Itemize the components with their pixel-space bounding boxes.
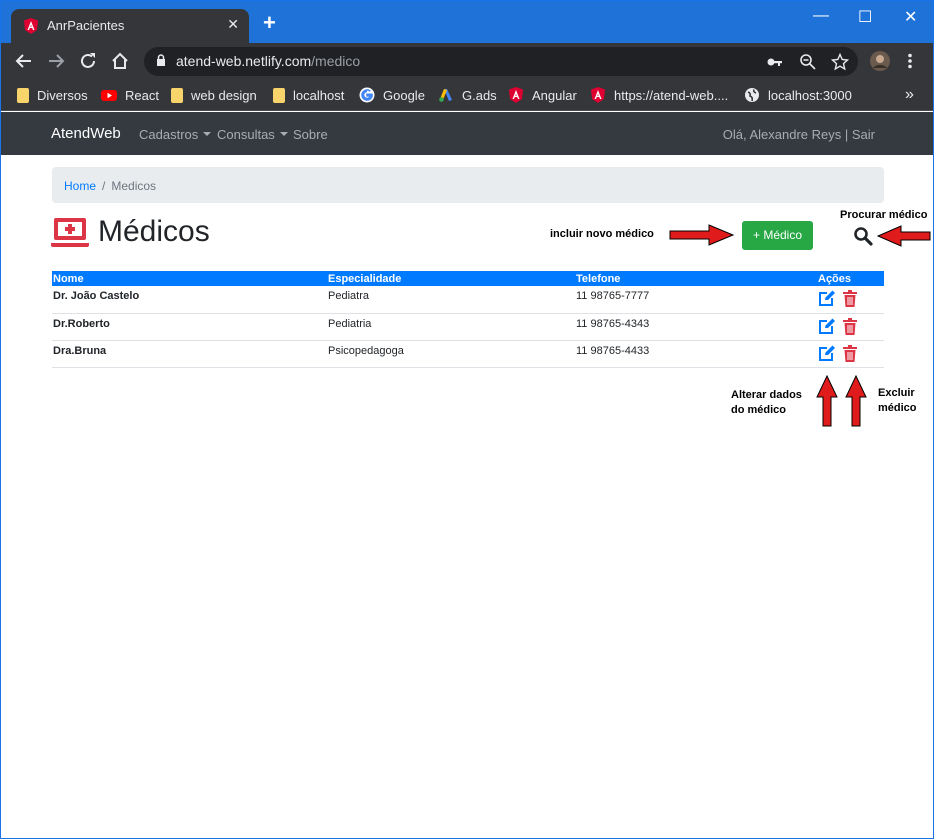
bookmark-item[interactable]: Google <box>359 86 425 104</box>
minimize-icon[interactable]: — <box>813 7 829 25</box>
cell-nome: Dra.Bruna <box>52 340 327 368</box>
folder-icon <box>273 87 285 103</box>
search-icon[interactable] <box>853 226 873 246</box>
column-header: Telefone <box>575 271 817 286</box>
youtube-icon <box>101 90 117 101</box>
user-greeting[interactable]: Olá, Alexandre Reys | Sair <box>723 127 875 142</box>
breadcrumb-home-link[interactable]: Home <box>64 179 96 193</box>
cell-acoes <box>817 313 884 341</box>
folder-icon <box>171 87 183 103</box>
medicos-table: Nome Especialidade Telefone Ações Dr. Jo… <box>52 271 884 368</box>
address-bar[interactable]: atend-web.netlify.com/medico <box>144 47 858 76</box>
annotation-search: Procurar médico <box>840 209 928 221</box>
cell-acoes <box>817 286 884 314</box>
caret-down-icon <box>279 132 288 136</box>
lock-icon <box>157 54 165 66</box>
bookmark-item[interactable]: localhost <box>273 86 344 104</box>
menu-kebab-icon[interactable] <box>907 53 913 69</box>
breadcrumb-separator: / <box>102 179 106 193</box>
tab-title: AnrPacientes <box>47 18 125 33</box>
edit-icon[interactable] <box>818 345 836 362</box>
trash-icon[interactable] <box>843 317 858 335</box>
column-header: Nome <box>52 271 327 286</box>
bookmarks-bar: Diversos React web design localhost Goog… <box>1 80 933 111</box>
bookmark-item[interactable]: G.ads <box>438 86 497 104</box>
app-navbar: AtendWeb Cadastros Consultas Sobre Olá, … <box>1 112 933 155</box>
folder-icon <box>17 87 29 103</box>
cell-especialidade: Pediatria <box>327 313 575 341</box>
back-icon[interactable] <box>13 50 35 72</box>
table-row: Dr. João Castelo Pediatra 11 98765-7777 <box>52 286 884 314</box>
bookmark-item[interactable]: web design <box>171 86 257 104</box>
angular-icon <box>24 18 38 34</box>
nav-consultas[interactable]: Consultas <box>217 127 288 142</box>
browser-window: AnrPacientes ✕ + — ☐ ✕ atend-web.netlify… <box>0 0 934 839</box>
globe-icon <box>745 88 759 102</box>
maximize-icon[interactable]: ☐ <box>858 7 872 27</box>
cell-especialidade: Pediatra <box>327 286 575 314</box>
cell-nome: Dr. João Castelo <box>52 286 327 314</box>
edit-icon[interactable] <box>818 290 836 307</box>
key-icon[interactable] <box>766 53 784 71</box>
breadcrumb-current: Medicos <box>111 179 157 193</box>
trash-icon[interactable] <box>843 344 858 362</box>
browser-tab[interactable]: AnrPacientes ✕ <box>11 9 249 43</box>
annotation-edit: Alterar dados do médico <box>731 389 802 416</box>
new-tab-button[interactable]: + <box>263 12 276 34</box>
bookmarks-overflow-icon[interactable]: » <box>905 86 914 104</box>
nav-cadastros[interactable]: Cadastros <box>139 127 212 142</box>
page-title: Médicos <box>98 215 210 248</box>
annotation-add: incluir novo médico <box>550 228 654 240</box>
cell-especialidade: Psicopedagoga <box>327 340 575 368</box>
cell-acoes <box>817 340 884 368</box>
avatar[interactable] <box>870 51 890 71</box>
forward-icon[interactable] <box>45 50 67 72</box>
bookmark-item[interactable]: localhost:3000 <box>744 86 852 104</box>
trash-icon[interactable] <box>843 290 858 307</box>
angular-icon <box>591 87 605 103</box>
annotation-delete: Excluir médico <box>878 387 917 414</box>
cell-telefone: 11 98765-7777 <box>575 286 817 314</box>
nav-sobre[interactable]: Sobre <box>293 127 328 142</box>
google-ads-icon <box>439 89 452 102</box>
browser-toolbar: atend-web.netlify.com/medico <box>1 43 933 80</box>
brand-link[interactable]: AtendWeb <box>51 125 121 142</box>
medical-monitor-icon <box>51 218 89 247</box>
cell-nome: Dr.Roberto <box>52 313 327 341</box>
home-icon[interactable] <box>109 50 131 72</box>
reload-icon[interactable] <box>77 50 99 72</box>
bookmark-item[interactable]: https://atend-web.... <box>590 86 728 104</box>
caret-down-icon <box>203 132 212 136</box>
arrow-up-icon <box>845 375 867 427</box>
url-text: atend-web.netlify.com/medico <box>176 53 361 69</box>
cell-telefone: 11 98765-4433 <box>575 340 817 368</box>
add-medico-button[interactable]: + Médico <box>742 221 813 250</box>
table-row: Dra.Bruna Psicopedagoga 11 98765-4433 <box>52 340 884 368</box>
angular-icon <box>509 87 523 103</box>
table-row: Dr.Roberto Pediatria 11 98765-4343 <box>52 313 884 341</box>
table-header-row: Nome Especialidade Telefone Ações <box>52 271 884 286</box>
bookmark-item[interactable]: React <box>101 86 159 104</box>
window-close-icon[interactable]: ✕ <box>904 7 917 27</box>
tab-close-icon[interactable]: ✕ <box>227 16 239 33</box>
column-header: Ações <box>817 271 884 286</box>
arrow-up-icon <box>816 375 838 427</box>
browser-titlebar: AnrPacientes ✕ + — ☐ ✕ <box>1 1 933 43</box>
column-header: Especialidade <box>327 271 575 286</box>
edit-icon[interactable] <box>818 318 836 335</box>
arrow-left-icon <box>877 225 931 247</box>
cell-telefone: 11 98765-4343 <box>575 313 817 341</box>
bookmark-item[interactable]: Angular <box>508 86 577 104</box>
breadcrumb: Home / Medicos <box>52 167 884 203</box>
google-icon <box>359 87 375 103</box>
zoom-icon[interactable] <box>799 53 817 71</box>
bookmark-star-icon[interactable] <box>831 53 849 71</box>
bookmark-item[interactable]: Diversos <box>17 86 88 104</box>
arrow-right-icon <box>669 224 735 246</box>
